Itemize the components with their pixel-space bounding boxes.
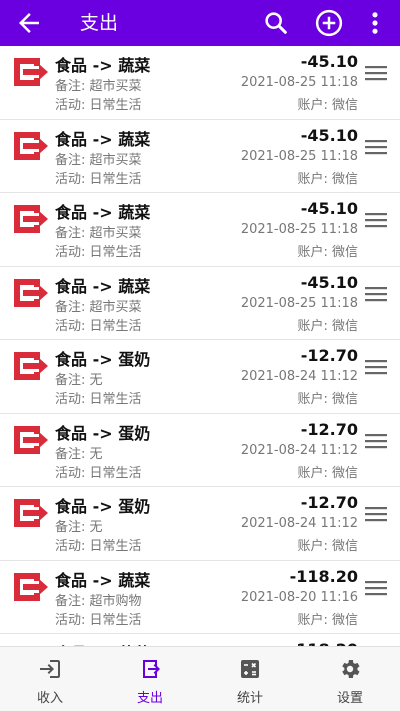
record-time: 2021-08-24 11:12 (240, 516, 358, 531)
record-account: 账户: 微信 (297, 171, 358, 187)
list-item[interactable]: 食品 -> 蔬菜 备注: 超市买菜 活动: 日常生活 -45.10 2021-0… (0, 267, 400, 340)
drag-handle-icon[interactable] (365, 580, 387, 596)
list-item[interactable]: 食品 -> 蛋奶 备注: 无 活动: 日常生活 -12.70 2021-08-2… (0, 414, 400, 487)
app-bar: 支出 (0, 0, 400, 46)
record-account: 账户: 微信 (297, 245, 358, 260)
expense-category-icon (14, 425, 48, 454)
record-time: 2021-08-24 11:12 (240, 442, 358, 458)
record-amount: -118.20 (289, 566, 358, 586)
expense-category-icon (14, 499, 48, 527)
record-account: 账户: 微信 (297, 465, 358, 481)
record-note: 备注: 无 (55, 373, 103, 388)
list-item[interactable]: 食品 -> 蔬菜 备注: 超市买菜 活动: 日常生活 -45.10 2021-0… (0, 120, 400, 193)
drag-handle-icon[interactable] (365, 433, 387, 449)
list-item[interactable]: 食品 -> 蛋奶 备注: 无 活动: 日常生活 -12.70 2021-08-2… (0, 340, 400, 414)
record-amount: -12.70 (300, 493, 358, 512)
expense-category-icon (14, 278, 48, 307)
record-category: 食品 -> 蔬菜 (55, 276, 151, 296)
record-category: 食品 -> 蔬菜 (55, 129, 151, 149)
tab-settings[interactable]: 设置 (300, 647, 400, 711)
record-activity: 活动: 日常生活 (55, 392, 142, 407)
record-activity: 活动: 日常生活 (55, 465, 142, 481)
record-note: 备注: 超市买菜 (55, 79, 142, 94)
record-activity: 活动: 日常生活 (55, 539, 142, 554)
record-activity: 活动: 日常生活 (55, 612, 142, 628)
record-note: 备注: 无 (55, 520, 103, 535)
bottom-navigation: 收入 支出 统计 设置 (0, 646, 400, 711)
record-activity: 活动: 日常生活 (55, 318, 142, 334)
record-account: 账户: 微信 (297, 392, 358, 407)
expense-category-icon (14, 352, 48, 380)
record-amount: -45.10 (300, 52, 358, 71)
record-amount: -45.10 (300, 199, 358, 218)
record-note: 备注: 超市买菜 (55, 152, 142, 168)
tab-stats-label: 统计 (236, 691, 263, 706)
tab-stats[interactable]: 统计 (200, 647, 300, 711)
record-amount: -45.10 (300, 272, 358, 292)
record-note: 备注: 超市买菜 (55, 226, 142, 241)
tab-income[interactable]: 收入 (0, 647, 100, 711)
record-category: 食品 -> 蔬菜 (55, 570, 151, 590)
record-time: 2021-08-25 11:18 (240, 148, 358, 164)
gear-icon (342, 660, 360, 678)
record-amount: -45.10 (300, 125, 358, 145)
record-activity: 活动: 日常生活 (55, 171, 142, 187)
expense-category-icon (14, 572, 48, 601)
record-note: 备注: 无 (55, 446, 103, 462)
record-category: 食品 -> 蛋奶 (55, 350, 151, 369)
record-category: 食品 -> 蛋奶 (55, 423, 151, 443)
record-activity: 活动: 日常生活 (55, 98, 142, 113)
search-icon[interactable] (262, 9, 290, 37)
drag-handle-icon[interactable] (365, 139, 387, 155)
list-item[interactable]: 食品 -> 蔬菜 备注: 超市买菜 活动: 日常生活 -45.10 2021-0… (0, 193, 400, 267)
record-amount: -12.70 (300, 419, 358, 439)
record-time: 2021-08-24 11:12 (240, 369, 358, 384)
record-amount: -12.70 (300, 346, 358, 365)
drag-handle-icon[interactable] (365, 212, 387, 228)
list-item[interactable]: 食品 -> 蔬菜 -118.20 (0, 634, 400, 646)
record-account: 账户: 微信 (297, 612, 358, 628)
login-icon (40, 660, 60, 678)
record-time: 2021-08-25 11:18 (240, 295, 358, 311)
record-note: 备注: 超市买菜 (55, 299, 142, 315)
record-account: 账户: 微信 (297, 539, 358, 554)
expense-list[interactable]: 食品 -> 蔬菜 备注: 超市买菜 活动: 日常生活 -45.10 2021-0… (0, 46, 400, 646)
drag-handle-icon[interactable] (365, 65, 387, 81)
expense-category-icon (14, 205, 48, 233)
record-account: 账户: 微信 (297, 98, 358, 113)
record-note: 备注: 超市购物 (55, 593, 142, 609)
record-time: 2021-08-20 11:16 (240, 589, 358, 605)
tab-expense-label: 支出 (136, 691, 163, 706)
record-time: 2021-08-25 11:18 (240, 222, 358, 237)
drag-handle-icon[interactable] (365, 506, 387, 522)
record-category: 食品 -> 蔬菜 (55, 56, 151, 75)
calculator-icon (241, 660, 259, 678)
drag-handle-icon[interactable] (365, 359, 387, 375)
drag-handle-icon[interactable] (365, 286, 387, 302)
record-account: 账户: 微信 (297, 318, 358, 334)
expense-exit-icon (143, 660, 160, 678)
expense-category-icon (14, 58, 48, 86)
expense-category-icon (14, 131, 48, 160)
tab-expense[interactable]: 支出 (100, 647, 200, 711)
page-title: 支出 (80, 12, 119, 34)
list-item[interactable]: 食品 -> 蔬菜 备注: 超市购物 活动: 日常生活 -118.20 2021-… (0, 561, 400, 634)
record-category: 食品 -> 蛋奶 (55, 497, 151, 516)
list-item[interactable]: 食品 -> 蔬菜 备注: 超市买菜 活动: 日常生活 -45.10 2021-0… (0, 46, 400, 120)
tab-income-label: 收入 (36, 691, 63, 706)
list-item[interactable]: 食品 -> 蛋奶 备注: 无 活动: 日常生活 -12.70 2021-08-2… (0, 487, 400, 561)
back-arrow-icon[interactable] (14, 8, 44, 38)
record-activity: 活动: 日常生活 (55, 245, 142, 260)
add-circle-icon[interactable] (314, 8, 344, 38)
record-category: 食品 -> 蔬菜 (55, 203, 151, 222)
record-time: 2021-08-25 11:18 (240, 75, 358, 90)
tab-settings-label: 设置 (336, 691, 363, 706)
more-vert-icon[interactable] (364, 9, 386, 37)
